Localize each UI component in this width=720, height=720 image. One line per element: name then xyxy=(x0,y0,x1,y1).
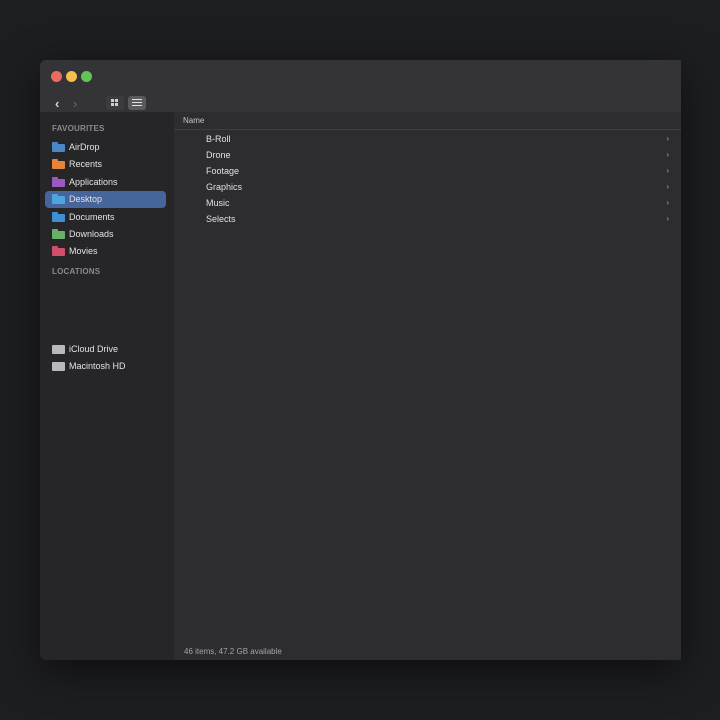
chevron-right-icon[interactable]: › xyxy=(666,197,669,209)
sidebar: FAVOURITES AirDrop Recents Applications Des… xyxy=(40,112,174,660)
sidebar-item-airdrop[interactable]: AirDrop xyxy=(45,139,166,156)
table-row[interactable]: Music › xyxy=(174,195,681,211)
status-bar: 46 items, 47.2 GB available xyxy=(174,642,681,660)
sidebar-item-downloads[interactable]: Downloads xyxy=(45,226,166,243)
table-row[interactable]: B-Roll › xyxy=(174,131,681,147)
list-icon xyxy=(132,99,142,107)
folder-icon xyxy=(52,246,65,257)
row-name: Selects xyxy=(206,214,236,224)
row-name: Graphics xyxy=(206,182,243,192)
status-text: 46 items, 47.2 GB available xyxy=(184,647,282,656)
table-row[interactable]: Drone › xyxy=(174,147,681,163)
sidebar-item-recents[interactable]: Recents xyxy=(45,156,166,173)
folder-icon xyxy=(52,194,65,205)
sidebar-item-label: Downloads xyxy=(69,229,114,239)
row-name: Drone xyxy=(206,150,231,160)
forward-button[interactable]: › xyxy=(73,97,77,110)
title-bar: ‹ › xyxy=(40,60,681,112)
sidebar-item-label: Desktop xyxy=(69,194,103,205)
folder-icon xyxy=(52,211,65,222)
chevron-right-icon[interactable]: › xyxy=(666,149,669,161)
folder-icon xyxy=(52,142,65,152)
sidebar-item-icloud-drive[interactable]: iCloud Drive xyxy=(45,341,166,358)
chevron-right-icon[interactable]: › xyxy=(666,213,669,225)
list-view-button[interactable] xyxy=(128,96,146,110)
back-button[interactable]: ‹ xyxy=(55,97,59,110)
folder-icon xyxy=(52,229,65,239)
sidebar-item-movies[interactable]: Movies xyxy=(45,243,166,260)
drive-icon xyxy=(52,345,65,354)
sidebar-item-applications[interactable]: Applications xyxy=(45,174,166,191)
folder-icon xyxy=(52,176,65,187)
chevron-right-icon[interactable]: › xyxy=(666,133,669,145)
table-row[interactable]: Graphics › xyxy=(174,179,681,195)
sidebar-item-label: iCloud Drive xyxy=(69,344,119,354)
maximize-window-button[interactable] xyxy=(81,71,92,82)
icon-view-button[interactable] xyxy=(106,96,124,110)
sidebar-item-label: Applications xyxy=(69,176,118,187)
file-list: Name B-Roll › Drone › Footage › Graphics › Music… xyxy=(174,112,681,660)
sidebar-item-label: Macintosh HD xyxy=(69,361,126,372)
sidebar-item-macintosh-hd[interactable]: Macintosh HD xyxy=(45,358,166,375)
row-name: Footage xyxy=(206,166,240,176)
table-row[interactable]: Footage › xyxy=(174,163,681,179)
sidebar-item-label: AirDrop xyxy=(69,142,100,152)
grid-icon xyxy=(111,99,119,107)
drive-icon xyxy=(52,362,65,372)
column-header-label: Name xyxy=(183,116,205,125)
sidebar-item-label: Documents xyxy=(69,211,115,222)
chevron-right-icon[interactable]: › xyxy=(666,165,669,177)
locations-section-title: LOCATIONS xyxy=(52,267,101,276)
folder-icon xyxy=(52,159,65,170)
table-row[interactable]: Selects › xyxy=(174,211,681,227)
column-header-name[interactable]: Name xyxy=(174,112,681,130)
row-name: Music xyxy=(206,198,230,208)
finder-window: ‹ › FAVOURITES AirDrop Recents Application… xyxy=(40,60,681,660)
sidebar-item-label: Recents xyxy=(69,159,103,170)
chevron-right-icon[interactable]: › xyxy=(666,181,669,193)
sidebar-item-documents[interactable]: Documents xyxy=(45,209,166,226)
close-window-button[interactable] xyxy=(51,71,62,82)
minimize-window-button[interactable] xyxy=(66,71,77,82)
sidebar-item-label: Movies xyxy=(69,246,98,257)
sidebar-item-desktop[interactable]: Desktop xyxy=(45,191,166,209)
row-name: B-Roll xyxy=(206,134,231,144)
favourites-section-title: FAVOURITES xyxy=(52,124,105,133)
